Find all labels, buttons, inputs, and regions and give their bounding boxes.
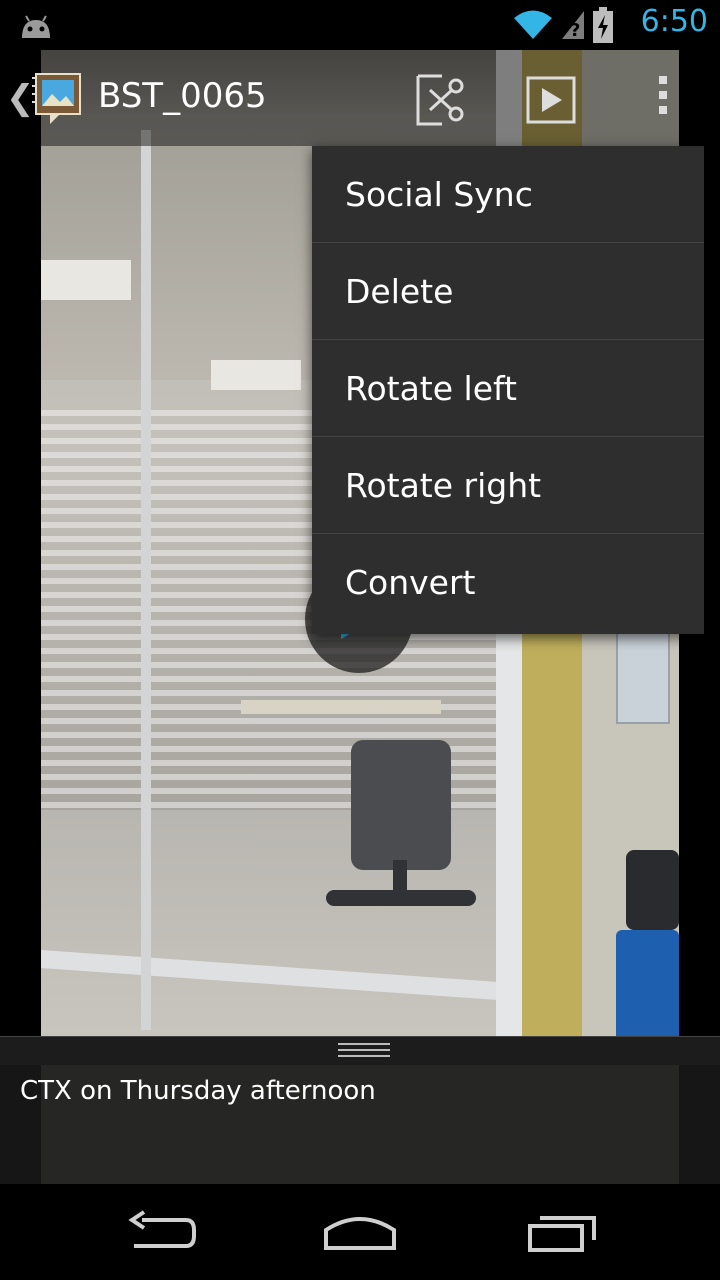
menu-item-delete[interactable]: Delete (312, 243, 704, 340)
overflow-menu-icon[interactable] (650, 76, 676, 126)
gallery-app-icon[interactable] (28, 70, 86, 128)
navigation-bar (0, 1184, 720, 1280)
wifi-icon (514, 10, 552, 39)
menu-item-social-sync[interactable]: Social Sync (312, 146, 704, 243)
status-bar: ? 6:50 (0, 0, 720, 50)
no-signal-icon: ? (562, 11, 584, 41)
photo-caption: CTX on Thursday afternoon (20, 1076, 376, 1106)
back-icon[interactable] (120, 1206, 200, 1256)
menu-item-rotate-left[interactable]: Rotate left (312, 340, 704, 437)
photo-light (211, 360, 301, 390)
caption-drawer-handle[interactable] (0, 1036, 720, 1065)
battery-charging-icon (593, 7, 613, 43)
photo-light (41, 260, 131, 300)
action-bar: ❮ BST_0065 (0, 50, 720, 146)
photo-chair (351, 740, 451, 870)
photo-desk (241, 700, 441, 714)
photo-bin-lid (626, 850, 679, 930)
home-icon[interactable] (320, 1206, 400, 1256)
play-icon[interactable] (522, 72, 580, 128)
drag-handle-icon (338, 1043, 390, 1061)
caption-panel: CTX on Thursday afternoon (0, 1064, 720, 1184)
status-time: 6:50 (640, 4, 708, 39)
android-debug-icon (22, 15, 50, 38)
overflow-menu: Social Sync Delete Rotate left Rotate ri… (312, 146, 704, 634)
svg-text:?: ? (570, 20, 580, 41)
trim-video-icon[interactable] (410, 72, 470, 128)
photo-chair-base (326, 890, 476, 906)
photo-door-frame (141, 130, 151, 1030)
recent-apps-icon[interactable] (522, 1206, 602, 1256)
menu-item-rotate-right[interactable]: Rotate right (312, 437, 704, 534)
menu-item-convert[interactable]: Convert (312, 534, 704, 631)
page-title: BST_0065 (98, 76, 267, 116)
